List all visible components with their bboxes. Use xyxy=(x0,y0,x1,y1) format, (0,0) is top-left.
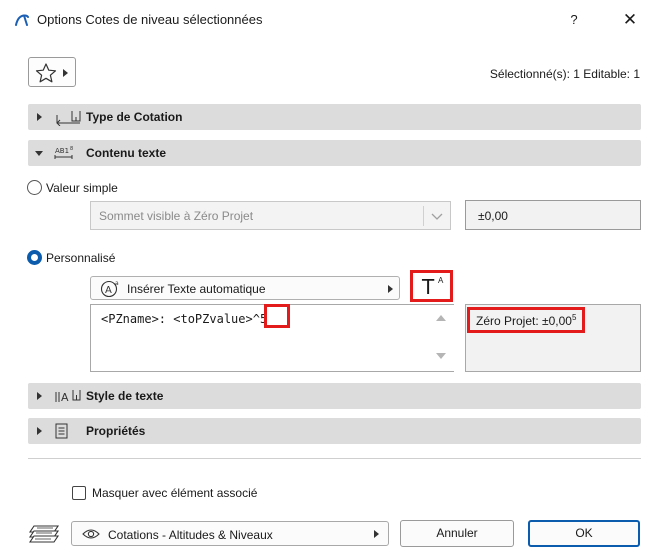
options-dialog: Options Cotes de niveau sélectionnées ? … xyxy=(0,0,652,557)
svg-text:AB1: AB1 xyxy=(55,147,69,155)
svg-text:A: A xyxy=(61,391,69,404)
layer-label: Cotations - Altitudes & Niveaux xyxy=(108,528,273,542)
chevron-down-icon xyxy=(431,213,443,220)
superscript-format-button[interactable]: T A xyxy=(410,270,453,302)
layer-icon xyxy=(28,525,60,543)
preview-superscript: 5 xyxy=(571,313,577,322)
valeur-simple-radio[interactable] xyxy=(27,180,42,195)
favorites-button[interactable] xyxy=(28,57,76,87)
expand-arrow-icon xyxy=(37,392,42,400)
auto-text-icon: A a xyxy=(100,280,119,298)
panel-title: Type de Cotation xyxy=(86,110,183,124)
panel-title: Propriétés xyxy=(86,424,146,438)
cancel-button[interactable]: Annuler xyxy=(400,520,514,547)
collapse-arrow-icon xyxy=(35,151,43,156)
hide-with-element-checkbox[interactable] xyxy=(72,486,86,500)
text-content-icon: AB1 8 xyxy=(54,146,73,159)
insert-auto-text-label: Insérer Texte automatique xyxy=(127,282,266,296)
custom-text-value[interactable]: <PZname>: <toPZvalue>^5 xyxy=(101,312,267,326)
text-format-icon: T xyxy=(422,275,435,299)
star-icon xyxy=(35,63,57,83)
insert-auto-text-button[interactable]: A a Insérer Texte automatique xyxy=(90,276,400,300)
close-button[interactable]: ✕ xyxy=(619,9,641,31)
text-area-scrollbar[interactable] xyxy=(428,305,454,371)
dimension-type-icon xyxy=(56,111,81,126)
submenu-arrow-icon xyxy=(374,530,379,538)
archicad-logo-icon xyxy=(15,14,29,26)
ok-button[interactable]: OK xyxy=(528,520,640,547)
valeur-simple-select: Sommet visible à Zéro Projet xyxy=(90,201,451,230)
dropdown-arrow-icon xyxy=(63,69,68,77)
superscript-marker: A xyxy=(438,276,444,285)
panel-contenu-texte[interactable]: AB1 8 Contenu texte xyxy=(28,140,641,166)
panel-style-texte[interactable]: A Style de texte xyxy=(28,383,641,409)
svg-text:a: a xyxy=(115,280,119,287)
submenu-arrow-icon xyxy=(388,285,393,293)
preview-text: Zéro Projet: ±0,005 xyxy=(476,313,576,328)
personnalise-radio[interactable] xyxy=(27,250,42,265)
window-title: Options Cotes de niveau sélectionnées xyxy=(37,12,263,27)
select-separator xyxy=(423,206,424,226)
highlight-superscript-text xyxy=(264,304,290,328)
layer-select[interactable]: Cotations - Altitudes & Niveaux xyxy=(71,521,389,546)
expand-arrow-icon xyxy=(37,113,42,121)
svg-text:8: 8 xyxy=(70,146,73,152)
hide-with-element-label: Masquer avec élément associé xyxy=(92,486,258,500)
selection-count: Sélectionné(s): 1 Editable: 1 xyxy=(489,67,640,81)
panel-type-cotation[interactable]: Type de Cotation xyxy=(28,104,641,130)
help-button[interactable]: ? xyxy=(564,10,584,30)
panel-proprietes[interactable]: Propriétés xyxy=(28,418,641,444)
preview-main: Zéro Projet: ±0,00 xyxy=(476,314,572,328)
select-value: Sommet visible à Zéro Projet xyxy=(99,209,254,223)
properties-icon xyxy=(55,423,68,439)
expand-arrow-icon xyxy=(37,427,42,435)
svg-text:A: A xyxy=(105,285,112,296)
valeur-simple-value-field: ±0,00 xyxy=(465,200,641,230)
text-style-icon: A xyxy=(55,390,81,404)
scroll-down-icon[interactable] xyxy=(436,353,446,359)
eye-icon xyxy=(82,529,100,539)
personnalise-label: Personnalisé xyxy=(46,251,116,265)
panel-title: Style de texte xyxy=(86,389,164,403)
title-bar: Options Cotes de niveau sélectionnées ? … xyxy=(0,0,652,40)
scroll-up-icon[interactable] xyxy=(436,315,446,321)
divider xyxy=(28,458,641,459)
valeur-simple-label: Valeur simple xyxy=(46,181,118,195)
panel-title: Contenu texte xyxy=(86,146,167,160)
value-text: ±0,00 xyxy=(478,209,508,223)
